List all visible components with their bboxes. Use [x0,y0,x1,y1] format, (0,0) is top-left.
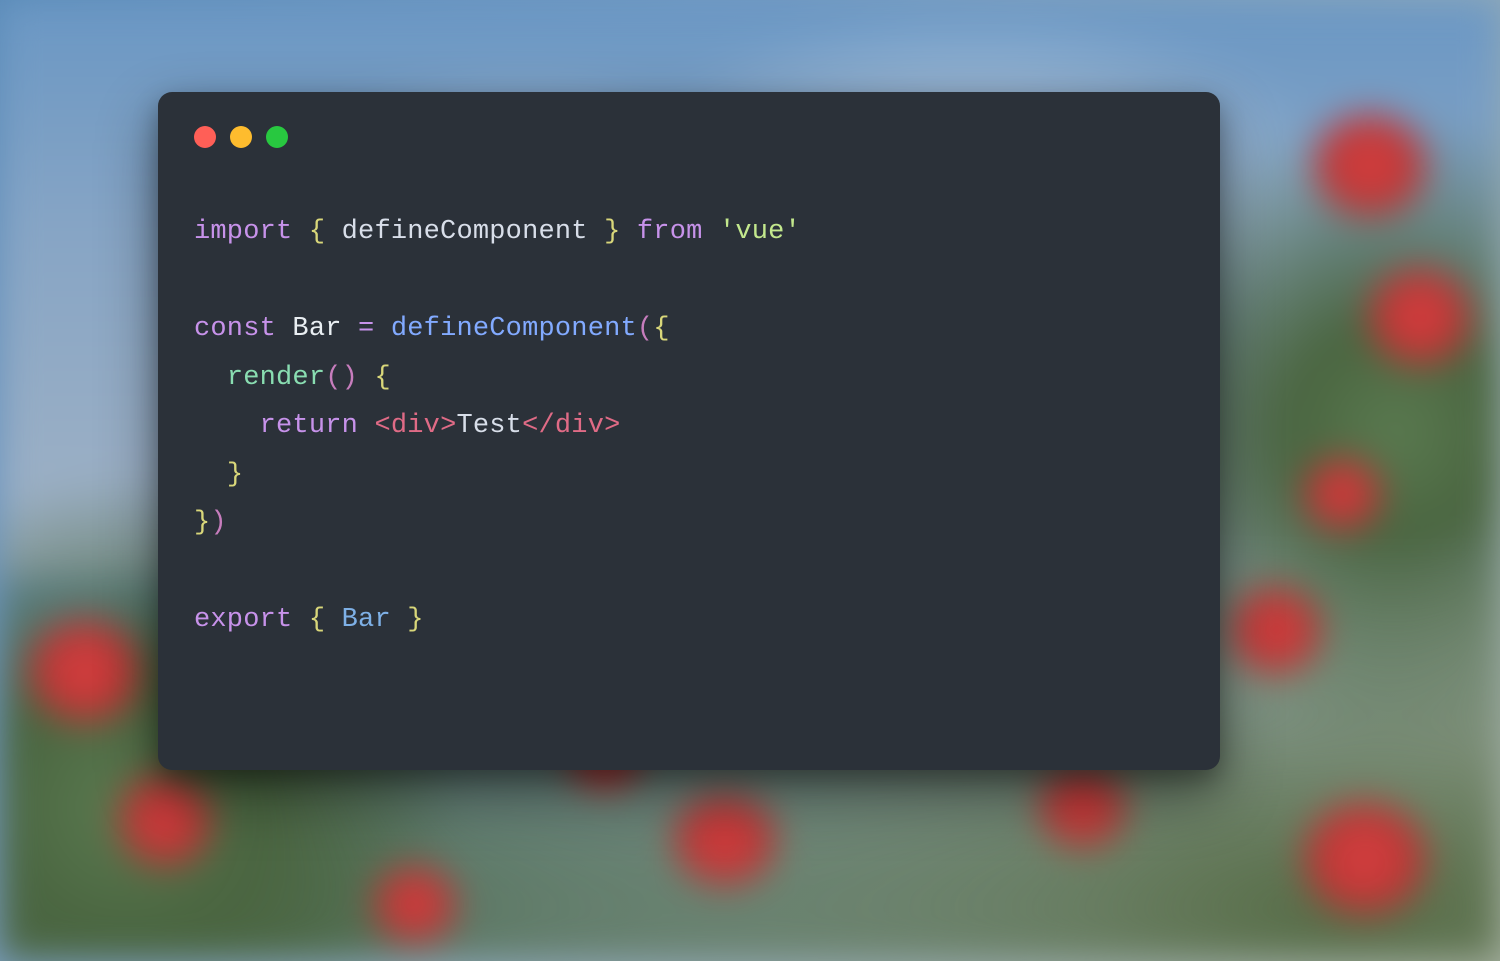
code-token [325,605,341,635]
code-token [621,217,637,247]
code-line [194,257,1184,306]
code-token: Test [456,411,522,441]
code-token [194,460,227,490]
code-token [342,314,358,344]
code-window: import { defineComponent } from 'vue' co… [158,92,1220,770]
code-token: } [194,508,210,538]
code-token [292,217,308,247]
minimize-button[interactable] [230,126,252,148]
code-line: import { defineComponent } from 'vue' [194,208,1184,257]
code-line: return <div>Test</div> [194,402,1184,451]
code-token: { [309,605,325,635]
code-token [194,257,210,306]
code-token: } [604,217,620,247]
code-token: } [227,460,243,490]
code-line: }) [194,499,1184,548]
code-token [358,363,374,393]
code-token: from [637,217,703,247]
close-button[interactable] [194,126,216,148]
code-token: return [260,411,358,441]
code-token [358,411,374,441]
code-token [194,548,210,597]
code-token: { [309,217,325,247]
code-token: <div> [374,411,456,441]
code-line: } [194,451,1184,500]
code-token: = [358,314,374,344]
code-token: ( [637,314,653,344]
code-token: defineComponent [325,217,604,247]
code-token: import [194,217,292,247]
code-line: render() { [194,354,1184,403]
traffic-lights [194,126,1184,148]
code-token: export [194,605,292,635]
code-token [292,605,308,635]
code-token: const [194,314,276,344]
code-token: { [374,363,390,393]
code-token: render [227,363,325,393]
code-line: const Bar = defineComponent({ [194,305,1184,354]
code-token [374,314,390,344]
code-token: defineComponent [391,314,637,344]
code-token: Bar [342,605,391,635]
code-token [194,411,260,441]
code-token: } [407,605,423,635]
code-token: 'vue' [719,217,801,247]
code-token: ) [210,508,226,538]
code-token: () [325,363,358,393]
code-token: { [653,314,669,344]
code-token: Bar [292,314,341,344]
code-token: </div> [522,411,620,441]
code-token [703,217,719,247]
code-token [391,605,407,635]
code-token [194,363,227,393]
code-line: export { Bar } [194,596,1184,645]
code-token [276,314,292,344]
code-line [194,548,1184,597]
code-content: import { defineComponent } from 'vue' co… [194,208,1184,645]
maximize-button[interactable] [266,126,288,148]
